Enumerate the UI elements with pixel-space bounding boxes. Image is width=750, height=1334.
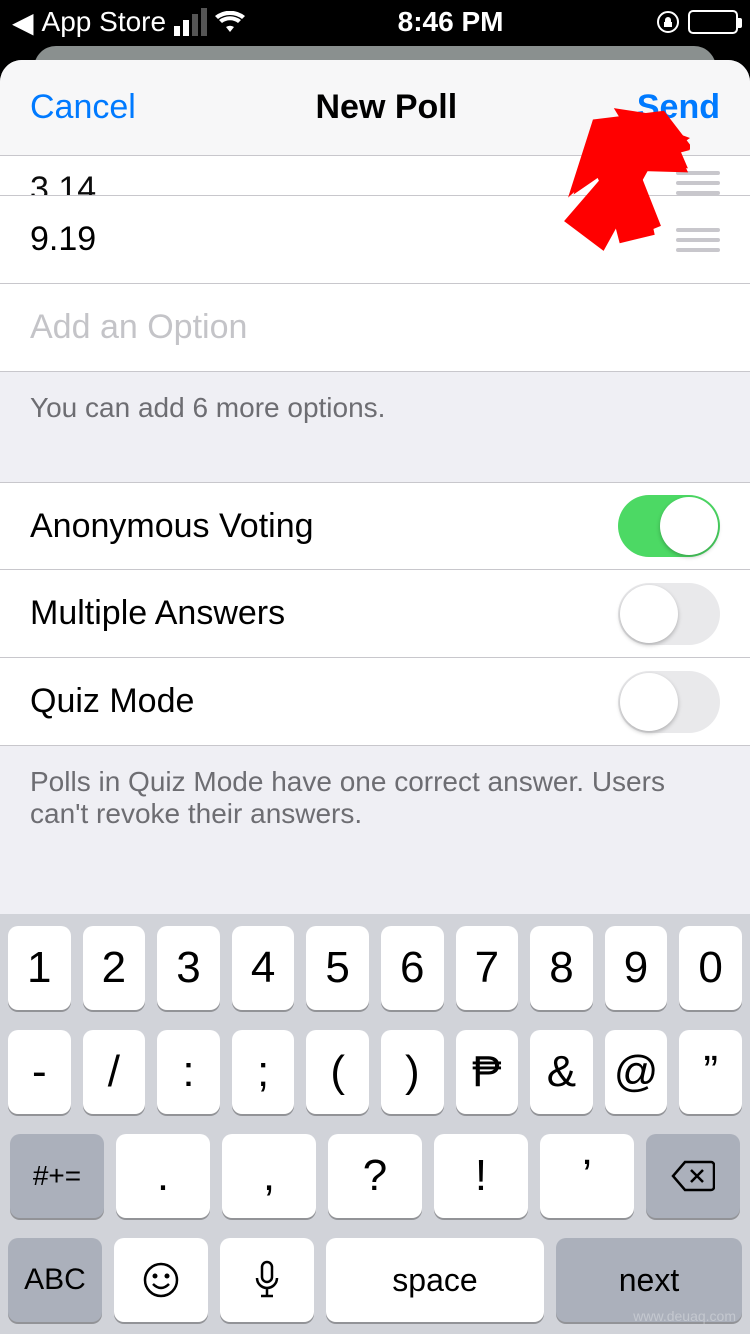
key-dash[interactable]: - [8,1030,71,1114]
key-apostrophe[interactable]: ’ [540,1134,634,1218]
emoji-icon [141,1260,181,1300]
key-rparen[interactable]: ) [381,1030,444,1114]
status-bar: ◀ App Store 8:46 PM [0,0,750,44]
option-text: 9.19 [30,220,96,259]
modal-title: New Poll [316,88,458,127]
key-space[interactable]: space [326,1238,544,1322]
battery-icon [688,10,738,34]
quiz-mode-row: Quiz Mode [0,658,750,746]
key-6[interactable]: 6 [381,926,444,1010]
poll-option-row[interactable]: 9.19 [0,196,750,284]
key-amp[interactable]: & [530,1030,593,1114]
key-9[interactable]: 9 [605,926,668,1010]
keyboard: 1 2 3 4 5 6 7 8 9 0 - / : ; ( ) ₱ & @ ” … [0,914,750,1334]
key-period[interactable]: . [116,1134,210,1218]
add-option-row[interactable]: Add an Option [0,284,750,372]
keyboard-row: #+= . , ? ! ’ [8,1134,742,1218]
key-comma[interactable]: , [222,1134,316,1218]
key-7[interactable]: 7 [456,926,519,1010]
poll-option-row[interactable]: 3.14 [0,156,750,196]
key-semicolon[interactable]: ; [232,1030,295,1114]
setting-label: Multiple Answers [30,594,285,633]
keyboard-row: 1 2 3 4 5 6 7 8 9 0 [8,926,742,1010]
multiple-answers-row: Multiple Answers [0,570,750,658]
quiz-footer: Polls in Quiz Mode have one correct answ… [0,746,750,890]
key-8[interactable]: 8 [530,926,593,1010]
setting-label: Quiz Mode [30,682,194,721]
key-question[interactable]: ? [328,1134,422,1218]
setting-label: Anonymous Voting [30,507,314,546]
key-0[interactable]: 0 [679,926,742,1010]
keyboard-row: - / : ; ( ) ₱ & @ ” [8,1030,742,1114]
key-lparen[interactable]: ( [306,1030,369,1114]
watermark: www.deuaq.com [633,1308,736,1324]
back-chevron-icon[interactable]: ◀ [12,6,34,39]
wifi-icon [215,11,245,33]
key-backspace[interactable] [646,1134,740,1218]
status-time: 8:46 PM [398,6,504,38]
drag-handle-icon[interactable] [676,171,720,195]
key-colon[interactable]: : [157,1030,220,1114]
orientation-lock-icon [656,10,680,34]
key-1[interactable]: 1 [8,926,71,1010]
options-footer: You can add 6 more options. [0,372,750,450]
multiple-answers-toggle[interactable] [618,583,720,645]
key-quote[interactable]: ” [679,1030,742,1114]
back-app-label[interactable]: App Store [42,6,167,38]
send-button[interactable]: Send [637,88,720,127]
key-5[interactable]: 5 [306,926,369,1010]
key-3[interactable]: 3 [157,926,220,1010]
keyboard-row: ABC space next [8,1238,742,1322]
anonymous-voting-row: Anonymous Voting [0,482,750,570]
quiz-mode-toggle[interactable] [618,671,720,733]
key-peso[interactable]: ₱ [456,1030,519,1114]
key-emoji[interactable] [114,1238,208,1322]
key-exclaim[interactable]: ! [434,1134,528,1218]
add-option-placeholder: Add an Option [30,308,247,347]
cancel-button[interactable]: Cancel [30,88,136,127]
backspace-icon [671,1160,715,1192]
key-abc[interactable]: ABC [8,1238,102,1322]
modal-navbar: Cancel New Poll Send [0,60,750,156]
key-slash[interactable]: / [83,1030,146,1114]
status-right [656,10,738,34]
key-at[interactable]: @ [605,1030,668,1114]
drag-handle-icon[interactable] [676,228,720,252]
signal-icon [174,8,207,36]
key-4[interactable]: 4 [232,926,295,1010]
status-left: ◀ App Store [12,6,245,39]
option-text: 3.14 [30,170,96,196]
key-2[interactable]: 2 [83,926,146,1010]
anonymous-voting-toggle[interactable] [618,495,720,557]
key-dictation[interactable] [220,1238,314,1322]
key-symbols[interactable]: #+= [10,1134,104,1218]
mic-icon [253,1260,281,1300]
